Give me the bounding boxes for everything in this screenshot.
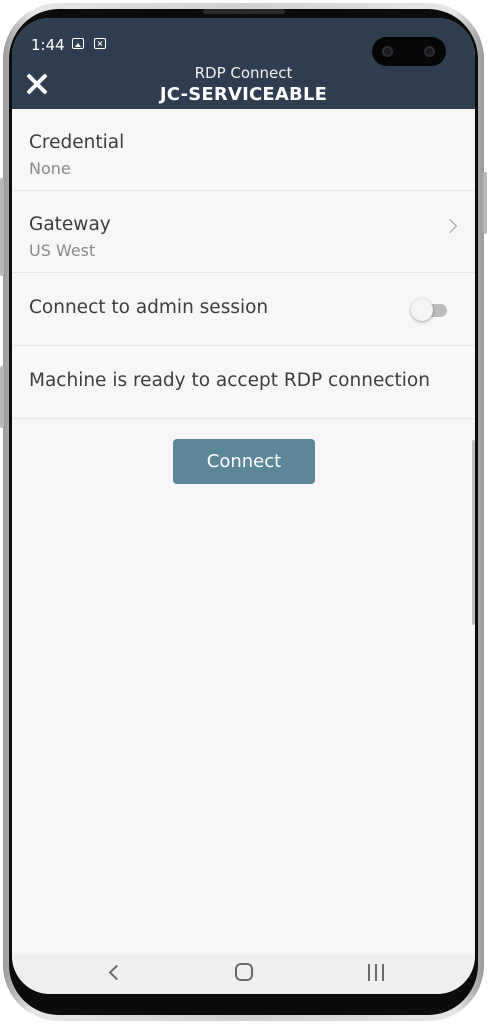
- page-title: JC-SERVICEABLE: [159, 84, 328, 105]
- toggle-thumb: [411, 299, 433, 321]
- back-icon[interactable]: [108, 964, 125, 981]
- power-button: [483, 172, 487, 234]
- gateway-row[interactable]: Gateway US West: [12, 191, 475, 273]
- settings-list: Credential None Gateway US West Connect …: [12, 109, 475, 419]
- credential-row[interactable]: Credential None: [12, 109, 475, 191]
- connect-button[interactable]: Connect: [173, 439, 315, 484]
- bixby-button: [0, 366, 4, 428]
- header-subtitle: RDP Connect: [194, 64, 293, 82]
- admin-session-toggle[interactable]: [411, 299, 447, 321]
- status-message: Machine is ready to accept RDP connectio…: [29, 370, 430, 391]
- gateway-value: US West: [29, 241, 96, 260]
- recent-apps-icon[interactable]: [367, 964, 385, 981]
- credential-label: Credential: [29, 132, 125, 153]
- image-icon: [72, 38, 84, 49]
- admin-session-label: Connect to admin session: [29, 297, 269, 318]
- chevron-right-icon: [442, 218, 458, 234]
- screen: 1:44 × RDP Connect JC-SERVICEABLE Creden…: [12, 18, 475, 994]
- gateway-label: Gateway: [29, 214, 111, 235]
- earpiece: [203, 9, 285, 14]
- home-icon[interactable]: [235, 963, 253, 981]
- volume-button: [0, 178, 4, 276]
- camera-lens-icon: [424, 46, 435, 57]
- app-header: 1:44 × RDP Connect JC-SERVICEABLE: [12, 18, 475, 109]
- status-row: Machine is ready to accept RDP connectio…: [12, 346, 475, 419]
- front-camera: [372, 37, 446, 66]
- camera-lens-icon: [382, 46, 393, 57]
- close-box-icon: ×: [94, 38, 106, 49]
- credential-value: None: [29, 159, 71, 178]
- admin-session-row: Connect to admin session: [12, 273, 475, 346]
- nav-bar: [12, 954, 475, 994]
- status-time: 1:44: [31, 36, 65, 54]
- scrollbar[interactable]: [472, 440, 475, 625]
